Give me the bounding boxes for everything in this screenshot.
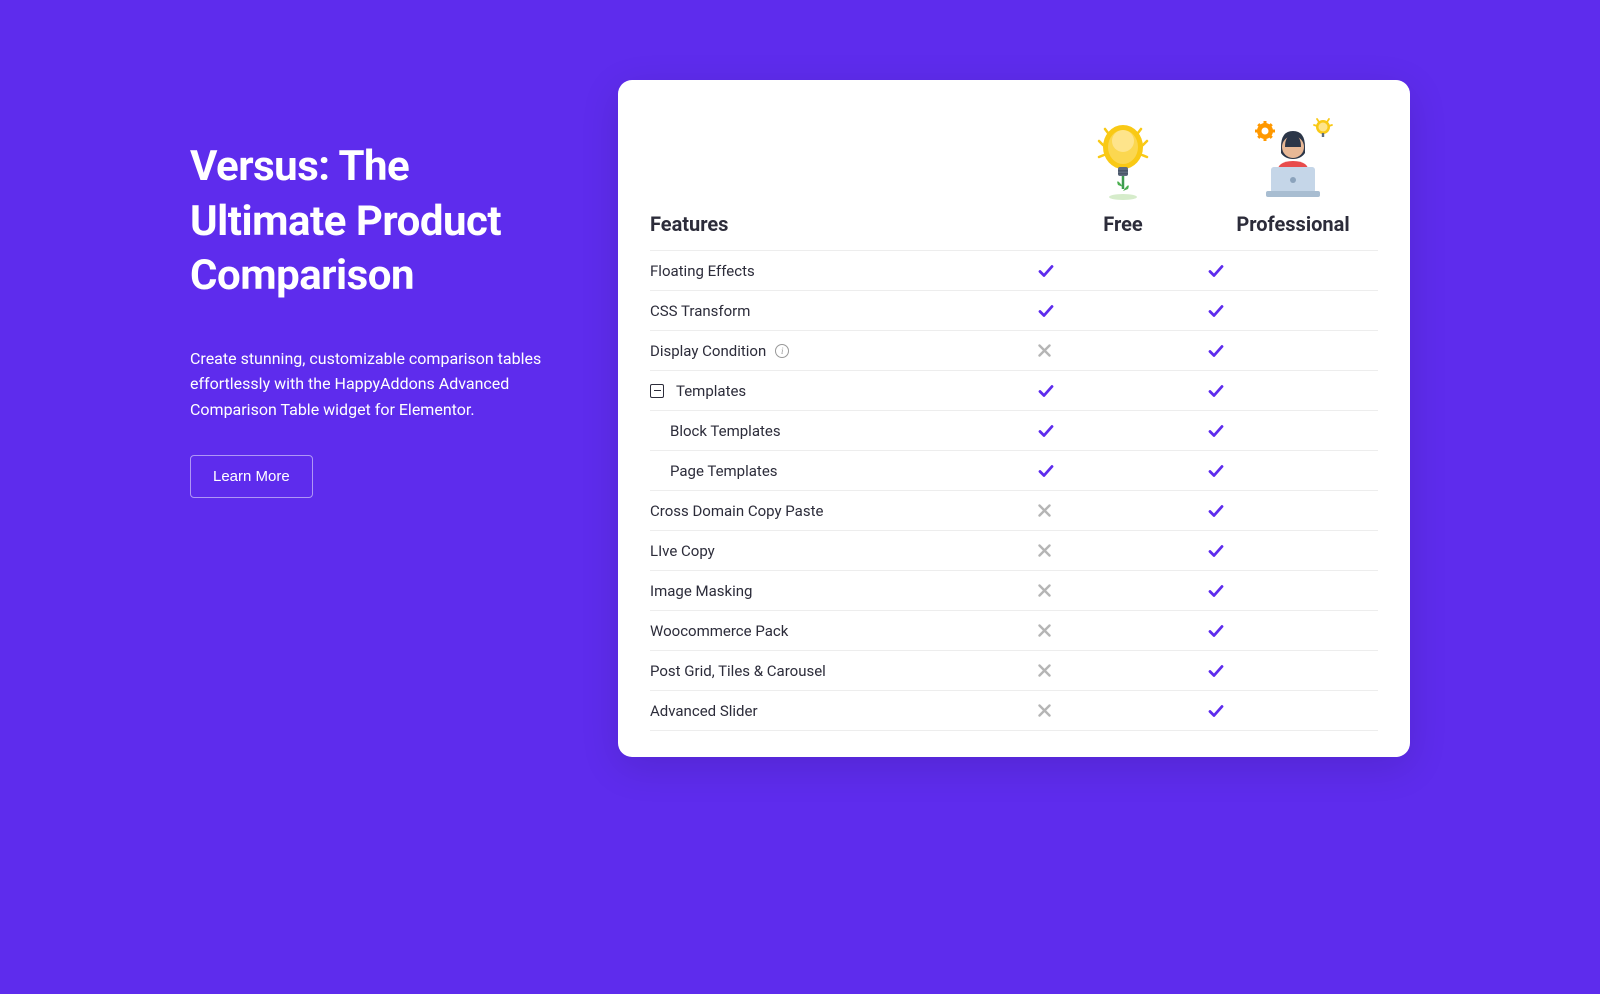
feature-label-cell: Block Templates	[650, 422, 1038, 440]
feature-label-cell: LIve Copy	[650, 542, 1038, 560]
table-row: Block Templates	[650, 411, 1378, 451]
table-row: CSS Transform	[650, 291, 1378, 331]
hero-section: Versus: The Ultimate Product Comparison …	[190, 80, 570, 498]
plan-column-free: Free	[1038, 116, 1208, 236]
feature-label-cell: Advanced Slider	[650, 702, 1038, 720]
check-icon	[1038, 263, 1208, 279]
table-row: Display Condition	[650, 331, 1378, 371]
check-icon	[1208, 343, 1378, 359]
table-row: Floating Effects	[650, 251, 1378, 291]
check-icon	[1208, 503, 1378, 519]
feature-label-cell: Cross Domain Copy Paste	[650, 502, 1038, 520]
features-title: Features	[650, 212, 728, 236]
feature-label: Page Templates	[670, 462, 778, 480]
feature-label-cell: Templates	[650, 382, 1038, 400]
check-icon	[1208, 623, 1378, 639]
cross-icon	[1038, 544, 1208, 557]
plan-column-professional: Professional	[1208, 116, 1378, 236]
feature-label-cell: CSS Transform	[650, 302, 1038, 320]
table-row: Woocommerce Pack	[650, 611, 1378, 651]
check-icon	[1038, 303, 1208, 319]
person-laptop-gears-icon	[1208, 116, 1378, 202]
comparison-table-body: Floating Effects CSS Transform Display Con…	[650, 251, 1378, 731]
feature-label: Cross Domain Copy Paste	[650, 502, 823, 520]
feature-label: Display Condition	[650, 342, 766, 360]
table-row: Cross Domain Copy Paste	[650, 491, 1378, 531]
check-icon	[1038, 383, 1208, 399]
hero-heading: Versus: The Ultimate Product Comparison	[190, 140, 570, 304]
table-row: Image Masking	[650, 571, 1378, 611]
plan-title-professional: Professional	[1208, 212, 1378, 236]
table-row: LIve Copy	[650, 531, 1378, 571]
cross-icon	[1038, 704, 1208, 717]
features-column-header: Features	[650, 212, 1038, 236]
plan-title-free: Free	[1038, 212, 1208, 236]
feature-label: Block Templates	[670, 422, 781, 440]
feature-label: CSS Transform	[650, 302, 750, 320]
table-header: Features	[650, 116, 1378, 251]
cross-icon	[1038, 344, 1208, 357]
check-icon	[1208, 423, 1378, 439]
check-icon	[1038, 463, 1208, 479]
cross-icon	[1038, 664, 1208, 677]
info-icon[interactable]	[775, 344, 789, 358]
feature-label: Templates	[676, 382, 746, 400]
feature-label-cell: Woocommerce Pack	[650, 622, 1038, 640]
feature-label: Post Grid, Tiles & Carousel	[650, 662, 826, 680]
feature-label-cell: Display Condition	[650, 342, 1038, 360]
table-row: Advanced Slider	[650, 691, 1378, 731]
feature-label: Image Masking	[650, 582, 752, 600]
check-icon	[1208, 663, 1378, 679]
collapse-icon[interactable]	[650, 384, 664, 398]
feature-label-cell: Image Masking	[650, 582, 1038, 600]
feature-label: Advanced Slider	[650, 702, 758, 720]
comparison-card: Features	[618, 80, 1410, 757]
feature-label-cell: Page Templates	[650, 462, 1038, 480]
cross-icon	[1038, 504, 1208, 517]
cross-icon	[1038, 584, 1208, 597]
table-row: Page Templates	[650, 451, 1378, 491]
cross-icon	[1038, 624, 1208, 637]
feature-label-cell: Floating Effects	[650, 262, 1038, 280]
table-row: Templates	[650, 371, 1378, 411]
feature-label: Floating Effects	[650, 262, 755, 280]
feature-label: Woocommerce Pack	[650, 622, 788, 640]
learn-more-button[interactable]: Learn More	[190, 455, 313, 498]
check-icon	[1208, 703, 1378, 719]
check-icon	[1208, 463, 1378, 479]
hero-description: Create stunning, customizable comparison…	[190, 346, 570, 423]
lightbulb-plant-icon	[1038, 116, 1208, 202]
check-icon	[1038, 423, 1208, 439]
check-icon	[1208, 583, 1378, 599]
check-icon	[1208, 543, 1378, 559]
feature-label: LIve Copy	[650, 542, 715, 560]
check-icon	[1208, 383, 1378, 399]
check-icon	[1208, 263, 1378, 279]
table-row: Post Grid, Tiles & Carousel	[650, 651, 1378, 691]
feature-label-cell: Post Grid, Tiles & Carousel	[650, 662, 1038, 680]
check-icon	[1208, 303, 1378, 319]
